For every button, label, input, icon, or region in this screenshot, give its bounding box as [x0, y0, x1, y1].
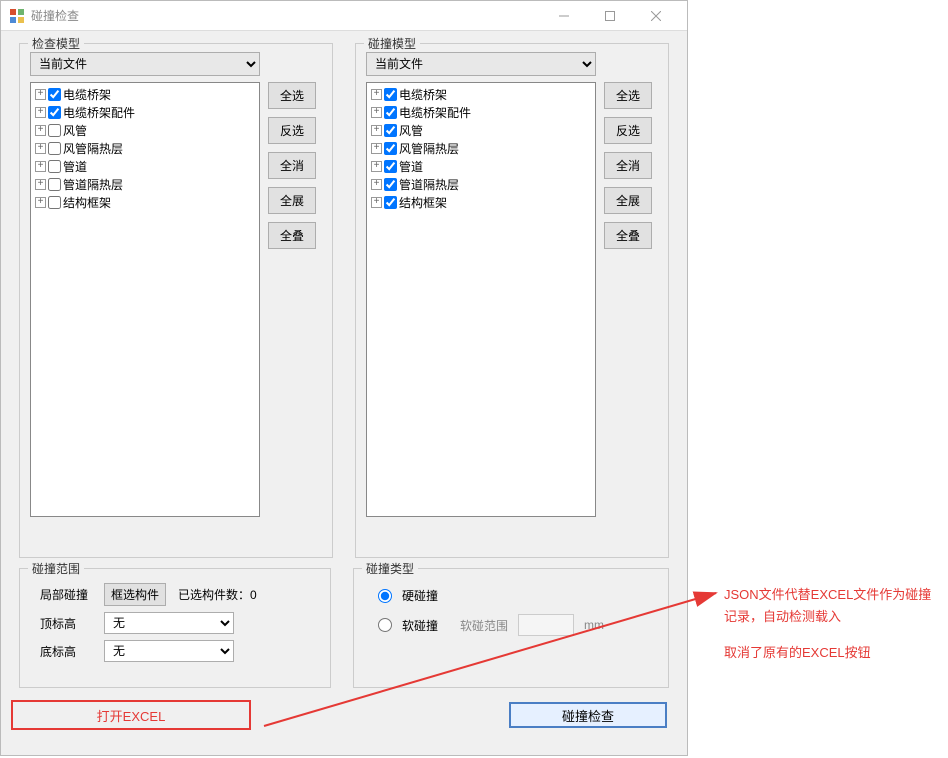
top-elevation-select[interactable]: 无 — [104, 612, 234, 634]
check-model-tree[interactable]: +电缆桥架 +电缆桥架配件 +风管 +风管隔热层 +管道 +管道隔热层 +结构框… — [30, 82, 260, 517]
selected-count-label: 已选构件数：0 — [178, 586, 257, 603]
maximize-button[interactable] — [587, 1, 633, 31]
pick-elements-button[interactable]: 框选构件 — [104, 583, 166, 606]
bottom-elevation-label: 底标高 — [40, 643, 92, 660]
tree-item[interactable]: +电缆桥架 — [371, 85, 591, 103]
expand-icon[interactable]: + — [371, 89, 382, 100]
annotation-line1: JSON文件代替EXCEL文件作为碰撞记录，自动检测载入 — [724, 584, 934, 628]
tree-checkbox[interactable] — [48, 160, 61, 173]
expand-icon[interactable]: + — [371, 161, 382, 172]
range-title: 碰撞范围 — [28, 560, 84, 577]
expand-icon[interactable]: + — [371, 143, 382, 154]
clash-model-dropdown[interactable]: 当前文件 — [366, 52, 596, 76]
app-icon — [9, 8, 25, 24]
tree-item[interactable]: +风管隔热层 — [35, 139, 255, 157]
annotation-text: JSON文件代替EXCEL文件作为碰撞记录，自动检测载入 取消了原有的EXCEL… — [724, 584, 934, 664]
expand-all-button[interactable]: 全展 — [268, 187, 316, 214]
annotation-line2: 取消了原有的EXCEL按钮 — [724, 642, 934, 664]
expand-icon[interactable]: + — [35, 143, 46, 154]
collapse-all-button[interactable]: 全叠 — [268, 222, 316, 249]
expand-icon[interactable]: + — [35, 179, 46, 190]
expand-icon[interactable]: + — [371, 107, 382, 118]
local-clash-label: 局部碰撞 — [40, 586, 92, 603]
tree-checkbox[interactable] — [384, 142, 397, 155]
tree-checkbox[interactable] — [384, 88, 397, 101]
tree-item[interactable]: +管道隔热层 — [371, 175, 591, 193]
clash-range-group: 碰撞范围 局部碰撞 框选构件 已选构件数：0 顶标高 无 底标高 无 — [19, 568, 331, 688]
tree-checkbox[interactable] — [48, 196, 61, 209]
tree-item[interactable]: +电缆桥架配件 — [35, 103, 255, 121]
collapse-all-button[interactable]: 全叠 — [604, 222, 652, 249]
tree-item[interactable]: +管道隔热层 — [35, 175, 255, 193]
invert-button[interactable]: 反选 — [604, 117, 652, 144]
clash-model-tree[interactable]: +电缆桥架 +电缆桥架配件 +风管 +风管隔热层 +管道 +管道隔热层 +结构框… — [366, 82, 596, 517]
check-model-title: 检查模型 — [28, 35, 84, 52]
soft-clash-label: 软碰撞 — [402, 617, 438, 634]
tree-checkbox[interactable] — [384, 178, 397, 191]
soft-range-input — [518, 614, 574, 636]
tree-checkbox[interactable] — [48, 124, 61, 137]
tree-checkbox[interactable] — [48, 178, 61, 191]
tree-item[interactable]: +风管 — [371, 121, 591, 139]
expand-icon[interactable]: + — [35, 197, 46, 208]
expand-icon[interactable]: + — [371, 125, 382, 136]
top-elevation-label: 顶标高 — [40, 615, 92, 632]
clash-model-title: 碰撞模型 — [364, 35, 420, 52]
tree-item[interactable]: +风管 — [35, 121, 255, 139]
tree-item[interactable]: +管道 — [371, 157, 591, 175]
clash-check-button[interactable]: 碰撞检查 — [509, 702, 667, 728]
expand-icon[interactable]: + — [371, 197, 382, 208]
unit-label: mm — [584, 618, 604, 632]
titlebar: 碰撞检查 — [1, 1, 687, 31]
tree-checkbox[interactable] — [384, 124, 397, 137]
tree-item[interactable]: +结构框架 — [35, 193, 255, 211]
clear-all-button[interactable]: 全消 — [604, 152, 652, 179]
tree-checkbox[interactable] — [384, 196, 397, 209]
select-all-button[interactable]: 全选 — [268, 82, 316, 109]
tree-checkbox[interactable] — [48, 142, 61, 155]
bottom-elevation-select[interactable]: 无 — [104, 640, 234, 662]
expand-icon[interactable]: + — [35, 89, 46, 100]
clash-type-group: 碰撞类型 硬碰撞 软碰撞 软碰范围 mm — [353, 568, 669, 688]
hard-clash-label: 硬碰撞 — [402, 587, 438, 604]
expand-icon[interactable]: + — [35, 161, 46, 172]
check-model-dropdown[interactable]: 当前文件 — [30, 52, 260, 76]
tree-item[interactable]: +电缆桥架 — [35, 85, 255, 103]
soft-range-label: 软碰范围 — [460, 617, 508, 634]
window-title: 碰撞检查 — [31, 7, 541, 24]
check-model-group: 检查模型 当前文件 +电缆桥架 +电缆桥架配件 +风管 +风管隔热层 +管道 +… — [19, 43, 333, 558]
select-all-button[interactable]: 全选 — [604, 82, 652, 109]
open-excel-button[interactable]: 打开EXCEL — [11, 700, 251, 730]
soft-clash-radio[interactable] — [378, 618, 392, 632]
minimize-button[interactable] — [541, 1, 587, 31]
tree-item[interactable]: +电缆桥架配件 — [371, 103, 591, 121]
tree-checkbox[interactable] — [48, 88, 61, 101]
tree-item[interactable]: +风管隔热层 — [371, 139, 591, 157]
tree-checkbox[interactable] — [384, 160, 397, 173]
clear-all-button[interactable]: 全消 — [268, 152, 316, 179]
tree-item[interactable]: +管道 — [35, 157, 255, 175]
tree-item[interactable]: +结构框架 — [371, 193, 591, 211]
expand-icon[interactable]: + — [35, 107, 46, 118]
tree-checkbox[interactable] — [48, 106, 61, 119]
clash-model-group: 碰撞模型 当前文件 +电缆桥架 +电缆桥架配件 +风管 +风管隔热层 +管道 +… — [355, 43, 669, 558]
close-button[interactable] — [633, 1, 679, 31]
invert-button[interactable]: 反选 — [268, 117, 316, 144]
window-controls — [541, 1, 679, 31]
main-window: 碰撞检查 检查模型 当前文件 +电缆桥架 — [0, 0, 688, 756]
expand-icon[interactable]: + — [371, 179, 382, 190]
hard-clash-radio[interactable] — [378, 589, 392, 603]
tree-checkbox[interactable] — [384, 106, 397, 119]
type-title: 碰撞类型 — [362, 560, 418, 577]
expand-icon[interactable]: + — [35, 125, 46, 136]
expand-all-button[interactable]: 全展 — [604, 187, 652, 214]
